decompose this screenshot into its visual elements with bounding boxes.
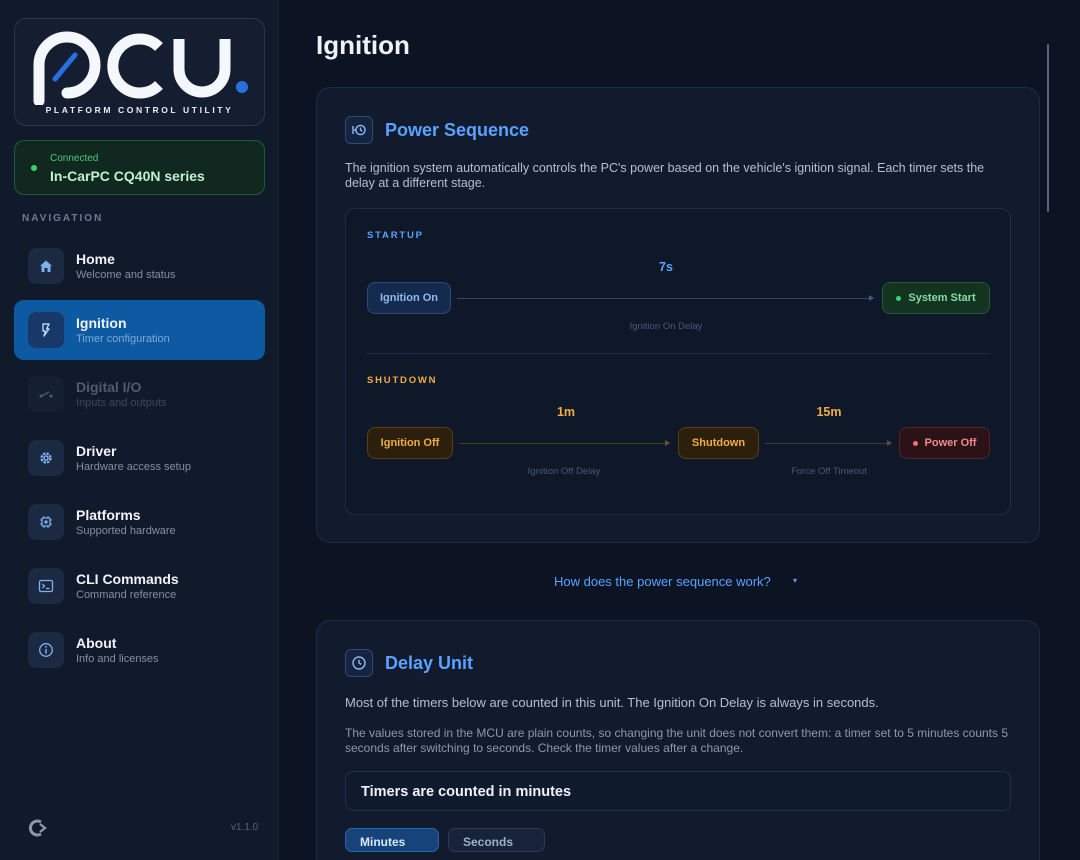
main-content: Ignition Power Sequence The ignition sys…	[280, 0, 1080, 860]
sidebar-item-label: Ignition	[76, 315, 127, 331]
sidebar-item-sub: Hardware access setup	[76, 461, 191, 473]
shutdown-timer1-caption: Ignition Off Delay	[527, 466, 601, 477]
system-start-node: System Start	[882, 282, 990, 314]
terminal-icon	[28, 568, 64, 604]
card-description: Most of the timers below are counted in …	[345, 695, 879, 710]
sidebar-item-sub: Supported hardware	[76, 525, 176, 537]
sidebar-item-cli-commands[interactable]: CLI Commands Command reference	[14, 556, 265, 616]
device-name: In-CarPC CQ40N series	[50, 168, 205, 184]
gear-icon	[28, 440, 64, 476]
sidebar-item-sub: Welcome and status	[76, 269, 176, 281]
card-description: The ignition system automatically contro…	[345, 161, 985, 190]
history-icon	[345, 116, 373, 144]
card-title: Power Sequence	[385, 120, 530, 140]
sidebar-item-sub: Timer configuration	[76, 333, 170, 345]
card-note: The values stored in the MCU are plain c…	[345, 726, 1009, 755]
caret-down-icon[interactable]: ▾	[793, 576, 797, 585]
connection-status: Connected In-CarPC CQ40N series	[14, 140, 265, 195]
startup-timer-value: 7s	[659, 260, 673, 274]
sidebar-item-home[interactable]: Home Welcome and status	[14, 236, 265, 296]
page-title: Ignition	[316, 30, 410, 60]
node-label: System Start	[908, 292, 976, 304]
arrow-icon	[869, 295, 874, 301]
shutdown-timer2-caption: Force Off Timeout	[791, 466, 867, 477]
chip-icon	[28, 504, 64, 540]
seconds-button[interactable]: Seconds	[448, 828, 545, 852]
status-dot-icon	[912, 440, 918, 446]
app-logo: PLATFORM CONTROL UTILITY	[14, 18, 265, 126]
sidebar-item-driver[interactable]: Driver Hardware access setup	[14, 428, 265, 488]
arrow-icon	[887, 440, 892, 446]
sidebar-item-label: Driver	[76, 443, 117, 459]
sidebar-item-sub: Command reference	[76, 589, 177, 601]
sidebar-item-sub: Inputs and outputs	[76, 397, 167, 409]
sidebar-item-platforms[interactable]: Platforms Supported hardware	[14, 492, 265, 552]
startup-label: STARTUP	[367, 230, 424, 241]
logo-subtitle: PLATFORM CONTROL UTILITY	[45, 105, 234, 115]
switch-icon	[28, 376, 64, 412]
sidebar-item-ignition[interactable]: Ignition Timer configuration	[14, 300, 265, 360]
clock-icon	[345, 649, 373, 677]
section-divider	[367, 353, 990, 354]
sequence-diagram: STARTUP 7s Ignition On System Start Igni…	[345, 208, 1011, 515]
app-version: v1.1.0	[231, 822, 259, 833]
sidebar-item-label: About	[76, 635, 117, 651]
unit-status-box: Timers are counted in minutes	[345, 771, 1011, 811]
ignition-on-node: Ignition On	[367, 282, 451, 314]
unit-status-text: Timers are counted in minutes	[361, 784, 572, 800]
nav-title: NAVIGATION	[22, 213, 104, 224]
arrow-icon	[665, 440, 670, 446]
scrollbar[interactable]	[1047, 44, 1049, 212]
card-title: Delay Unit	[385, 653, 474, 673]
connection-label: Connected	[50, 153, 99, 164]
shutdown-timer2-value: 15m	[816, 405, 842, 419]
status-dot-icon	[896, 295, 902, 301]
sidebar-item-label: Digital I/O	[76, 379, 142, 395]
sidebar-item-label: Platforms	[76, 507, 141, 523]
collapse-logo-icon[interactable]	[26, 818, 52, 838]
power-sequence-card: Power Sequence The ignition system autom…	[316, 87, 1040, 543]
sidebar-item-label: CLI Commands	[76, 571, 179, 587]
delay-unit-card: Delay Unit Most of the timers below are …	[316, 620, 1040, 860]
shutdown-arrow-line-1	[459, 443, 665, 444]
shutdown-timer1-value: 1m	[556, 405, 576, 419]
info-icon	[28, 632, 64, 668]
shutdown-arrow-line-2	[765, 443, 887, 444]
power-off-node: Power Off	[899, 427, 990, 459]
startup-timer-caption: Ignition On Delay	[629, 321, 703, 332]
power-sequence-help-link[interactable]: How does the power sequence work?	[554, 574, 771, 589]
ignition-icon	[28, 312, 64, 348]
sidebar-item-digital-io: Digital I/O Inputs and outputs	[14, 364, 265, 424]
sidebar: PLATFORM CONTROL UTILITY Connected In-Ca…	[0, 0, 279, 860]
sidebar-item-label: Home	[76, 251, 115, 267]
status-dot-icon	[31, 165, 37, 171]
shutdown-label: SHUTDOWN	[367, 375, 438, 386]
node-label: Power Off	[924, 437, 977, 449]
shutdown-node: Shutdown	[678, 427, 759, 459]
sidebar-item-sub: Info and licenses	[76, 653, 159, 665]
minutes-button[interactable]: Minutes	[345, 828, 439, 852]
pcu-logo-icon	[33, 31, 248, 105]
startup-arrow-line	[457, 298, 869, 299]
sidebar-item-about[interactable]: About Info and licenses	[14, 620, 265, 680]
home-icon	[28, 248, 64, 284]
ignition-off-node: Ignition Off	[367, 427, 453, 459]
